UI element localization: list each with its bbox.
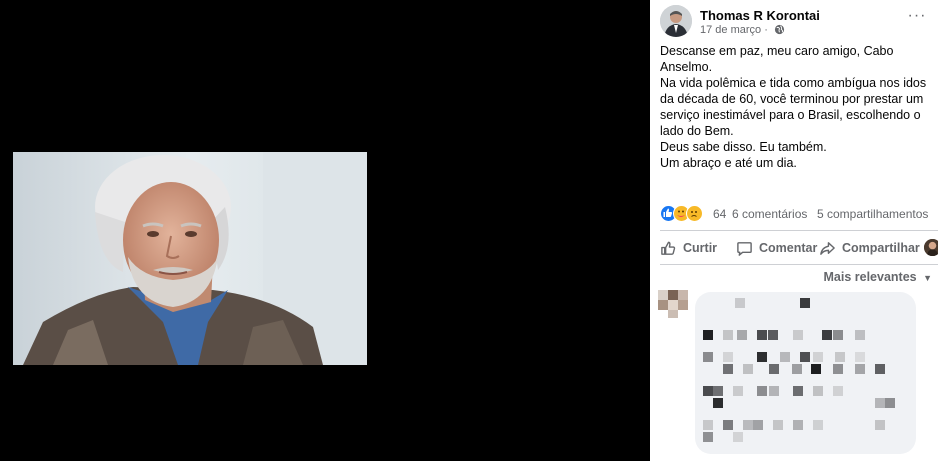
separator-dot: ·: [764, 24, 771, 36]
reactions-count[interactable]: 64: [713, 207, 726, 221]
viewer-avatar[interactable]: [924, 239, 938, 256]
post-panel: Thomas R Korontai 17 de março · ··· Desc…: [650, 0, 938, 461]
like-label: Curtir: [683, 241, 718, 255]
engagement-summary: 64 6 comentários 5 compartilhamentos: [660, 205, 938, 223]
post-body: Descanse em paz, meu caro amigo, Cabo An…: [660, 43, 932, 171]
comments-sort-label: Mais relevantes: [823, 270, 917, 284]
author-name[interactable]: Thomas R Korontai: [700, 8, 820, 23]
divider: [660, 230, 938, 231]
post-text-line: Na vida polêmica e tida como ambígua nos…: [660, 76, 927, 138]
post-text-line: Um abraço e até um dia.: [660, 156, 797, 170]
caret-down-icon: ▼: [923, 273, 932, 283]
shares-count[interactable]: 5 compartilhamentos: [817, 207, 928, 221]
portrait-image: [13, 152, 367, 365]
comments-count[interactable]: 6 comentários: [732, 207, 807, 221]
comment-button[interactable]: Comentar: [736, 237, 817, 259]
share-button[interactable]: Compartilhar: [819, 237, 920, 259]
sad-icon: [686, 205, 703, 222]
post-actions: Curtir Comentar Compartilhar: [660, 237, 938, 259]
viewer-avatar-image: [924, 239, 938, 256]
thumbs-up-icon: [661, 241, 676, 255]
post-text-line: Deus sabe disso. Eu também.: [660, 140, 827, 154]
commenter-avatar-pixelated: [658, 290, 690, 322]
share-label: Compartilhar: [842, 241, 920, 255]
comment-label: Comentar: [759, 241, 818, 255]
reaction-icons[interactable]: [660, 205, 710, 223]
comment-icon: [737, 241, 752, 256]
post-header: Thomas R Korontai 17 de março · ···: [660, 5, 930, 37]
post-timestamp[interactable]: 17 de março ·: [700, 24, 785, 36]
globe-icon: [774, 24, 785, 35]
share-icon: [820, 241, 835, 255]
author-avatar[interactable]: [660, 5, 692, 37]
divider: [660, 264, 938, 265]
more-options-icon[interactable]: ···: [906, 8, 928, 25]
like-button[interactable]: Curtir: [660, 237, 717, 259]
post-text-line: Descanse em paz, meu caro amigo, Cabo An…: [660, 44, 894, 74]
post-date-text[interactable]: 17 de março: [700, 24, 761, 36]
pixelated-comment-text: [703, 298, 895, 442]
commenter-avatar[interactable]: [658, 290, 690, 322]
post-photo[interactable]: [13, 152, 367, 365]
comments-sort-dropdown[interactable]: Mais relevantes ▼: [823, 270, 932, 284]
comment-bubble-pixelated: [695, 292, 916, 454]
author-avatar-image: [660, 5, 692, 37]
photo-viewer: [0, 0, 650, 461]
